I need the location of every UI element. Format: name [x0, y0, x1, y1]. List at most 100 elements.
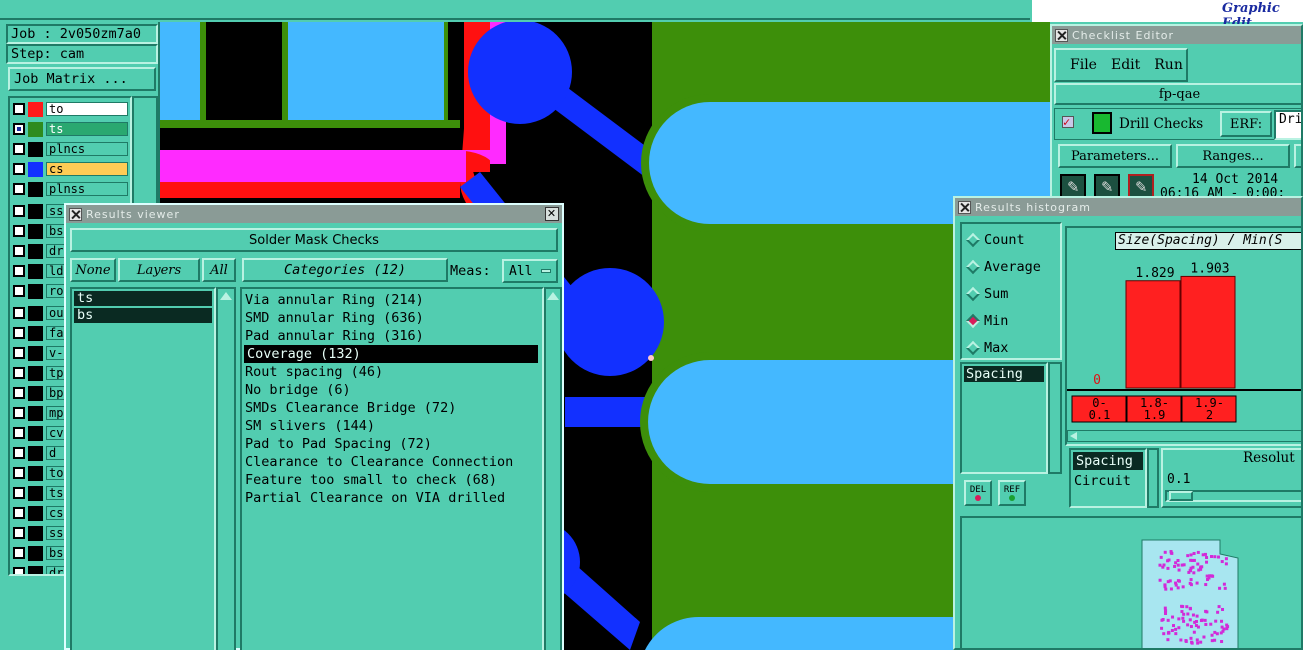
- layer-color-swatch[interactable]: [28, 405, 43, 421]
- layer-color-swatch[interactable]: [28, 485, 43, 501]
- layer-checkbox[interactable]: [13, 205, 25, 217]
- layer-checkbox[interactable]: [13, 307, 25, 319]
- layer-row[interactable]: cs: [10, 160, 130, 178]
- parameters-button[interactable]: Parameters...: [1058, 144, 1172, 168]
- layer-checkbox[interactable]: [13, 407, 25, 419]
- layer-color-swatch[interactable]: [28, 141, 43, 157]
- histogram-h-scrollbar[interactable]: [1067, 430, 1301, 442]
- option-count[interactable]: Count: [962, 226, 1060, 253]
- layer-list-item[interactable]: bs: [74, 308, 212, 323]
- measure-list-item[interactable]: Spacing: [1073, 452, 1143, 470]
- none-button[interactable]: None: [70, 258, 116, 282]
- meas-dropdown[interactable]: All: [502, 259, 558, 283]
- layer-name[interactable]: ts: [46, 122, 128, 136]
- layer-color-swatch[interactable]: [28, 505, 43, 521]
- layer-checkbox[interactable]: [13, 547, 25, 559]
- layer-row[interactable]: to: [10, 100, 130, 118]
- layer-color-swatch[interactable]: [28, 445, 43, 461]
- category-item[interactable]: Coverage (132): [244, 345, 538, 363]
- layer-color-swatch[interactable]: [28, 283, 43, 299]
- layer-color-swatch[interactable]: [28, 243, 43, 259]
- layer-row[interactable]: ts: [10, 120, 130, 138]
- layer-color-swatch[interactable]: [28, 203, 43, 219]
- extra-button[interactable]: [1294, 144, 1301, 168]
- layer-color-swatch[interactable]: [28, 565, 43, 574]
- layer-color-swatch[interactable]: [28, 465, 43, 481]
- del-button[interactable]: DEL: [964, 480, 992, 506]
- layer-checkbox[interactable]: [13, 347, 25, 359]
- layer-checkbox[interactable]: [13, 265, 25, 277]
- histogram-bar[interactable]: [1125, 280, 1181, 389]
- layer-checkbox[interactable]: [13, 467, 25, 479]
- layer-color-swatch[interactable]: [28, 101, 43, 117]
- layer-checkbox[interactable]: [13, 143, 25, 155]
- menu-run[interactable]: Run: [1154, 57, 1183, 73]
- close-icon[interactable]: ✕: [545, 207, 559, 221]
- resolution-slider-thumb[interactable]: [1169, 491, 1193, 501]
- layer-color-swatch[interactable]: [28, 365, 43, 381]
- results-viewer-titlebar[interactable]: Results viewer ✕: [66, 205, 562, 223]
- category-item[interactable]: SMD annular Ring (636): [242, 309, 542, 327]
- layer-checkbox[interactable]: [13, 447, 25, 459]
- scroll-up-icon[interactable]: [547, 292, 559, 300]
- layer-row[interactable]: plncs: [10, 140, 130, 158]
- category-item[interactable]: Via annular Ring (214): [242, 291, 542, 309]
- layer-color-swatch[interactable]: [28, 345, 43, 361]
- layer-checkbox[interactable]: [13, 387, 25, 399]
- radio-icon[interactable]: [965, 232, 981, 247]
- layer-color-swatch[interactable]: [28, 223, 43, 239]
- histogram-bar[interactable]: [1180, 275, 1236, 389]
- layer-color-swatch[interactable]: [28, 263, 43, 279]
- solder-mask-checks-header[interactable]: Solder Mask Checks: [70, 228, 558, 252]
- layer-checkbox[interactable]: [13, 245, 25, 257]
- category-item[interactable]: Partial Clearance on VIA drilled: [242, 489, 542, 507]
- option-max[interactable]: Max: [962, 334, 1060, 361]
- layer-checkbox[interactable]: [13, 327, 25, 339]
- menu-file[interactable]: File: [1070, 57, 1097, 73]
- layer-list-item[interactable]: ts: [74, 291, 212, 306]
- layer-color-swatch[interactable]: [28, 385, 43, 401]
- radio-icon[interactable]: [965, 259, 981, 274]
- option-average[interactable]: Average: [962, 253, 1060, 280]
- layer-checkbox[interactable]: [13, 567, 25, 574]
- layer-checkbox[interactable]: [13, 527, 25, 539]
- layer-name[interactable]: cs: [46, 162, 128, 176]
- layer-checkbox[interactable]: [13, 507, 25, 519]
- category-item[interactable]: Rout spacing (46): [242, 363, 542, 381]
- scroll-up-icon[interactable]: [220, 292, 232, 300]
- measure-list-scrollbar[interactable]: [1147, 448, 1159, 508]
- layer-name[interactable]: plnss: [46, 182, 128, 196]
- layer-checkbox[interactable]: [13, 163, 25, 175]
- category-item[interactable]: Pad annular Ring (316): [242, 327, 542, 345]
- all-layers-button[interactable]: All: [202, 258, 236, 282]
- spacing-list-item[interactable]: Spacing: [964, 366, 1044, 382]
- ref-button[interactable]: REF: [998, 480, 1026, 506]
- layer-color-swatch[interactable]: [28, 425, 43, 441]
- layer-checkbox[interactable]: [13, 123, 25, 135]
- category-item[interactable]: Pad to Pad Spacing (72): [242, 435, 542, 453]
- layer-color-swatch[interactable]: [28, 525, 43, 541]
- categories-list-scrollbar[interactable]: [544, 287, 562, 650]
- job-matrix-button[interactable]: Job Matrix ...: [8, 67, 156, 91]
- categories-button[interactable]: Categories (12): [242, 258, 448, 282]
- scroll-left-icon[interactable]: [1070, 432, 1077, 440]
- erf-field[interactable]: Dri: [1274, 110, 1301, 140]
- option-min[interactable]: Min: [962, 307, 1060, 334]
- layer-checkbox[interactable]: [13, 103, 25, 115]
- layer-checkbox[interactable]: [13, 225, 25, 237]
- window-menu-icon[interactable]: [1055, 28, 1068, 42]
- layers-list-scrollbar[interactable]: [216, 287, 236, 650]
- layer-color-swatch[interactable]: [28, 121, 43, 137]
- radio-icon[interactable]: [965, 340, 981, 355]
- radio-icon[interactable]: [965, 313, 981, 328]
- category-item[interactable]: Clearance to Clearance Connection: [242, 453, 542, 471]
- layer-checkbox[interactable]: [13, 367, 25, 379]
- layer-color-swatch[interactable]: [28, 305, 43, 321]
- window-menu-icon[interactable]: [958, 200, 971, 214]
- category-item[interactable]: No bridge (6): [242, 381, 542, 399]
- check-checkbox-icon[interactable]: ✓: [1062, 116, 1074, 128]
- category-item[interactable]: SM slivers (144): [242, 417, 542, 435]
- window-menu-icon[interactable]: [69, 207, 82, 221]
- layer-checkbox[interactable]: [13, 285, 25, 297]
- layer-checkbox[interactable]: [13, 427, 25, 439]
